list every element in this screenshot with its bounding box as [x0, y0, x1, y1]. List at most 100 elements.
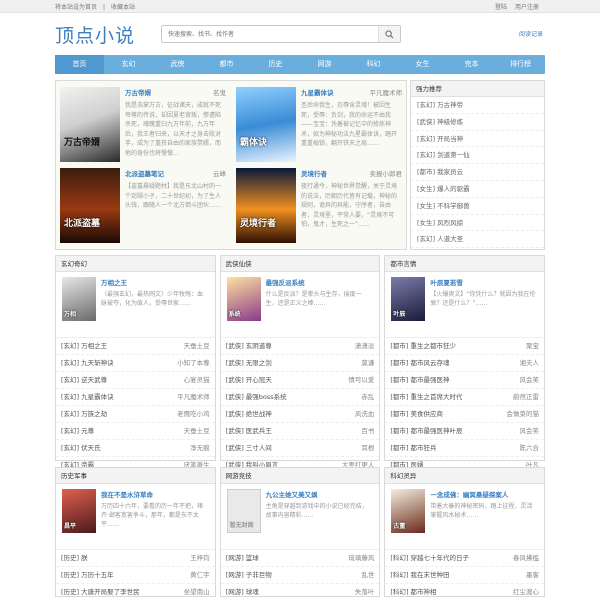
book-title[interactable]: 叶辰夏若雪 — [430, 277, 538, 287]
list-item[interactable]: [玄幻] 元尊 天蚕土豆 — [56, 423, 215, 440]
list-item[interactable]: [历史] 朕 王梓钧 — [56, 550, 215, 567]
book-cover[interactable]: 叶辰 — [391, 277, 426, 321]
list-item[interactable]: [网游] 球魂 失落叶 — [221, 584, 380, 600]
book-title[interactable]: 九公主她又美又飒 — [266, 489, 374, 499]
search-input[interactable] — [162, 26, 378, 42]
list-item[interactable]: [玄幻] 九天斩神诀 小知了本尊 — [56, 355, 215, 372]
book-title[interactable]: 我在不是水浒草命 — [101, 489, 209, 499]
book-title[interactable]: 万古帝婿 — [125, 87, 151, 97]
list-item[interactable]: [武侠] 最强boss系统 赤乱 — [220, 389, 380, 406]
list-item[interactable]: [都市] 都市最强医神叶辰 风会笑 — [385, 423, 545, 440]
bookmark-site-link[interactable]: 收藏本站 — [111, 4, 135, 11]
book-title[interactable]: [玄幻] 万族之劫 — [61, 406, 107, 422]
book-title[interactable]: 万相之王 — [101, 277, 209, 287]
book-title[interactable]: 最强反派系统 — [266, 277, 374, 287]
nav-dushi[interactable]: 都市 — [202, 55, 251, 74]
list-item[interactable]: [玄幻] 万相之王 天蚕土豆 — [56, 338, 215, 355]
list-item[interactable]: [科幻] 穿越七十年代的日子 春风拂槛 — [385, 550, 545, 567]
nav-wuxia[interactable]: 武侠 — [153, 55, 202, 74]
list-item[interactable]: [武侠] 无限之剑 莫谦 — [220, 355, 380, 372]
category-feature[interactable]: 叶辰 叶辰夏若雪 【火爆爽文】“你凭什么？就因为我在伦敦？还是什么？”…… — [385, 272, 545, 338]
book-cover[interactable]: 霸体诀 — [236, 87, 296, 162]
list-item[interactable]: [玄幻] 人道大圣 — [411, 231, 544, 249]
book-title[interactable]: [都市] 重生之首席大时代 — [390, 389, 462, 405]
book-title[interactable]: [网游] 球魂 — [226, 584, 259, 600]
list-item[interactable]: [武侠] 三寸人间 耳根 — [220, 440, 380, 457]
book-title[interactable]: [武侠] 三寸人间 — [226, 440, 272, 456]
book-title[interactable]: 一念成佛：幽冥悬疑探案人 — [430, 489, 538, 499]
book-title[interactable]: [科幻] 我在末世种田 — [390, 567, 449, 583]
list-item[interactable]: [玄幻] 开局当神 — [411, 131, 544, 148]
nav-nvsheng[interactable]: 女生 — [398, 55, 447, 74]
list-item[interactable]: [科幻] 我在末世种田 墨客 — [385, 567, 545, 584]
book-cover[interactable]: 万古帝婿 — [60, 87, 120, 162]
nav-lishi[interactable]: 历史 — [251, 55, 300, 74]
book-cover[interactable]: 暂无封面 — [226, 489, 261, 533]
book-cover[interactable]: 万相 — [62, 277, 96, 321]
list-item[interactable]: [玄幻] 逆天武尊 心宴灵猫 — [56, 372, 215, 389]
book-title[interactable]: [玄幻] 九天斩神诀 — [61, 355, 114, 371]
book-title[interactable]: 灵境行者 — [301, 168, 327, 178]
book-title[interactable]: [都市] 都市最强医神 — [390, 372, 449, 388]
list-item[interactable]: [网游] 篮球 琉璃藤风 — [220, 550, 380, 567]
book-title[interactable]: [网游] 篮球 — [226, 550, 259, 566]
list-item[interactable]: [女生] 风烈风掠 — [411, 215, 544, 232]
list-item[interactable]: [都市] 美食供应商 会做菜的猫 — [385, 406, 545, 423]
book-cover[interactable]: 北派盗墓 — [60, 168, 120, 243]
book-title[interactable]: [玄幻] 元尊 — [61, 423, 94, 439]
book-title[interactable]: [武侠] 医武兵王 — [226, 423, 272, 439]
featured-book[interactable]: 霸体诀 九星霸体诀 平凡魔术师 圣后命我生，忍辱含灵魂！被因生死，受辱：负剑，我的… — [236, 87, 402, 162]
book-title[interactable]: [玄幻] 伏天氏 — [61, 440, 101, 456]
list-item[interactable]: [历史] 万历十五年 黄仁宇 — [56, 567, 215, 584]
site-logo[interactable]: 顶点小说 — [55, 21, 135, 48]
book-title[interactable]: [科幻] 穿越七十年代的日子 — [390, 550, 469, 566]
nav-wanben[interactable]: 完本 — [447, 55, 496, 74]
featured-book[interactable]: 北派盗墓 北派盗墓笔记 云峰 【盗墓悬疑题材】我是东北山村的一个窃贼小子，二十世纪… — [60, 168, 226, 243]
list-item[interactable]: [女生] 不科学御兽 — [411, 198, 544, 215]
list-item[interactable]: [都市] 都市风云存魂 湘夫人 — [385, 355, 545, 372]
book-cover[interactable]: 灵境行者 — [236, 168, 296, 243]
set-homepage-link[interactable]: 将本站设为首页 — [55, 4, 97, 11]
book-title[interactable]: [武侠] 绝世战神 — [226, 406, 272, 422]
nav-home[interactable]: 首页 — [55, 55, 104, 74]
list-item[interactable]: [武侠] 医武兵王 百书 — [220, 423, 380, 440]
book-title[interactable]: [科幻] 都市神相 — [390, 584, 436, 600]
book-title[interactable]: [网游] 子非巨物 — [226, 567, 272, 583]
book-title[interactable]: 九星霸体诀 — [301, 87, 334, 97]
nav-kehuan[interactable]: 科幻 — [349, 55, 398, 74]
book-title[interactable]: [历史] 万历十五年 — [61, 567, 114, 583]
nav-ranking[interactable]: 排行榜 — [496, 55, 545, 74]
book-title[interactable]: 北派盗墓笔记 — [125, 168, 164, 178]
list-item[interactable]: [都市] 重生之都市狂少 聚宝 — [385, 338, 545, 355]
nav-wangyou[interactable]: 网游 — [300, 55, 349, 74]
nav-xuanhuan[interactable]: 玄幻 — [104, 55, 153, 74]
list-item[interactable]: [都市] 都市最强医神 风会笑 — [385, 372, 545, 389]
book-title[interactable]: [玄幻] 九星霸体诀 — [61, 389, 114, 405]
book-cover[interactable]: 昌平 — [62, 489, 96, 533]
register-link[interactable]: 用户注册 — [515, 4, 539, 11]
book-cover[interactable]: 古董 — [391, 489, 426, 533]
list-item[interactable]: [武侠] 绝世战神 风洗血 — [220, 406, 380, 423]
list-item[interactable]: [玄幻] 剑道第一仙 — [411, 147, 544, 165]
search-button[interactable] — [378, 26, 400, 42]
list-item[interactable]: [玄幻] 万古神帝 — [411, 97, 544, 114]
book-title[interactable]: [玄幻] 万相之王 — [61, 338, 107, 354]
list-item[interactable]: [武侠] 玄阴道尊 潇潇淡 — [220, 338, 380, 355]
featured-book[interactable]: 灵境行者 灵境行者 卖报小郎君 夜行通今，神秘世界觉醒，关于灵境的说法，历朝历代皆… — [236, 168, 402, 243]
category-feature[interactable]: 系统 最强反派系统 什么是反派？是拳头与生存，揣度一生，还是正义之棒…… — [220, 272, 380, 338]
list-item[interactable]: [玄幻] 万族之劫 老鹰吃小鸡 — [56, 406, 215, 423]
category-feature[interactable]: 古董 一念成佛：幽冥悬疑探案人 带着大秦的神秘密码，踏上征程，灵活掌握风水秘术…… — [385, 484, 545, 550]
book-title[interactable]: [都市] 重生之都市狂少 — [390, 338, 456, 354]
book-cover[interactable]: 系统 — [226, 277, 261, 321]
list-item[interactable]: [玄幻] 九星霸体诀 平凡魔术师 — [56, 389, 215, 406]
book-title[interactable]: [武侠] 最强boss系统 — [226, 389, 287, 405]
login-link[interactable]: 登陆 — [495, 4, 507, 11]
list-item[interactable]: [都市] 重生之首席大时代 蔚然正雷 — [385, 389, 545, 406]
book-title[interactable]: [都市] 美食供应商 — [390, 406, 443, 422]
list-item[interactable]: [武侠] 开心冠天 情可以爱 — [220, 372, 380, 389]
category-feature[interactable]: 昌平 我在不是水浒草命 万历四十六年，要看的历一年不把，楮·齐·邺客宽害争斗，那年，… — [56, 484, 215, 550]
book-title[interactable]: [都市] 都市风云存魂 — [390, 355, 449, 371]
list-item[interactable]: [武侠] 神级修炼 — [411, 114, 544, 131]
featured-book[interactable]: 万古帝婿 万古帝婿 名鬼 我是浩掌万古，征战诸天，成就不死帝尊的传说，却因夏老背叛… — [60, 87, 226, 162]
book-title[interactable]: [玄幻] 逆天武尊 — [61, 372, 107, 388]
